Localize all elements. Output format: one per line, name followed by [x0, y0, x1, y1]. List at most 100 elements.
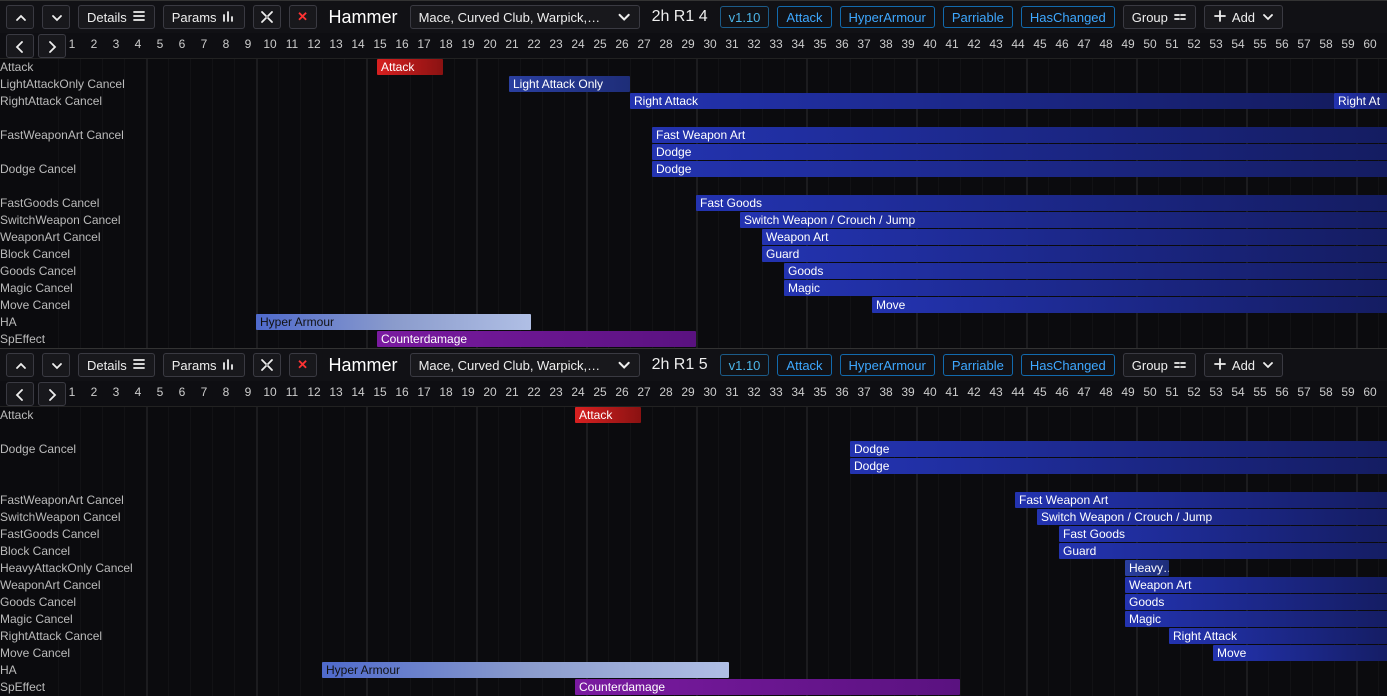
timeline-bar[interactable]: Dodge: [652, 161, 1387, 177]
ruler-tick: 31: [725, 385, 738, 399]
timeline-bar[interactable]: Dodge: [850, 458, 1387, 474]
ruler-tick: 47: [1077, 385, 1090, 399]
timeline-bar[interactable]: Goods: [784, 263, 1387, 279]
timeline-bar[interactable]: Counterdamage: [575, 679, 960, 695]
details-button[interactable]: Details: [78, 353, 155, 377]
frame-data-panel: Details Params ✕ Hammer Mace, Curved Clu…: [0, 0, 1387, 348]
weapons-dropdown[interactable]: Mace, Curved Club, Warpick, M…: [410, 5, 640, 29]
timeline-row: SpEffect Counterdamage: [0, 679, 1387, 696]
move-up-button[interactable]: [6, 5, 34, 29]
timeline-bar[interactable]: Move: [872, 297, 1387, 313]
params-button[interactable]: Params: [163, 5, 245, 29]
row-label: Block Cancel: [0, 246, 70, 263]
version-tag[interactable]: v1.10: [720, 6, 770, 28]
group-button[interactable]: Group: [1123, 353, 1196, 377]
details-button[interactable]: Details: [78, 5, 155, 29]
add-button[interactable]: Add: [1204, 353, 1283, 377]
timeline-row: SwitchWeapon Cancel Switch Weapon / Crou…: [0, 212, 1387, 229]
scroll-right-button[interactable]: [38, 382, 66, 406]
timeline-bar[interactable]: Goods: [1125, 594, 1387, 610]
timeline-bar[interactable]: Right Attack: [630, 93, 1334, 109]
timeline-bar[interactable]: Right Attack: [1169, 628, 1387, 644]
timeline-bar[interactable]: Heavy…: [1125, 560, 1169, 576]
ruler-tick: 9: [245, 37, 252, 51]
ruler-tick: 41: [945, 385, 958, 399]
ruler-tick: 55: [1253, 385, 1266, 399]
timeline-bar[interactable]: Weapon Art: [1125, 577, 1387, 593]
timeline-row: WeaponArt Cancel Weapon Art: [0, 577, 1387, 594]
group-button[interactable]: Group: [1123, 5, 1196, 29]
weapons-dropdown[interactable]: Mace, Curved Club, Warpick, Va…: [410, 353, 640, 377]
ruler-tick: 1: [69, 385, 76, 399]
scroll-left-button[interactable]: [6, 382, 34, 406]
ruler-tick: 44: [1011, 37, 1024, 51]
move-down-button[interactable]: [42, 5, 70, 29]
timeline[interactable]: Attack Attack LightAttackOnly Cancel Lig…: [0, 59, 1387, 348]
add-button[interactable]: Add: [1204, 5, 1283, 29]
row-label: HA: [0, 662, 17, 679]
tag-attack[interactable]: Attack: [777, 354, 831, 376]
scroll-left-button[interactable]: [6, 34, 34, 58]
timeline[interactable]: Attack Attack Dodge Cancel DodgeDodge Fa…: [0, 407, 1387, 696]
timeline-bar[interactable]: Fast Goods: [696, 195, 1387, 211]
move-up-button[interactable]: [6, 353, 34, 377]
timeline-bar[interactable]: Switch Weapon / Crouch / Jump: [740, 212, 1387, 228]
tag-parriable[interactable]: Parriable: [943, 354, 1013, 376]
timeline-bar[interactable]: Light Attack Only: [509, 76, 630, 92]
tag-hyperarmour[interactable]: HyperArmour: [840, 354, 935, 376]
tag-haschanged[interactable]: HasChanged: [1021, 354, 1115, 376]
timeline-bar[interactable]: Magic: [1125, 611, 1387, 627]
ruler-tick: 51: [1165, 37, 1178, 51]
timeline-bar[interactable]: Fast Goods: [1059, 526, 1387, 542]
row-label: FastGoods Cancel: [0, 195, 99, 212]
timeline-bar[interactable]: Magic: [784, 280, 1387, 296]
ruler-tick: 58: [1319, 385, 1332, 399]
row-label: SwitchWeapon Cancel: [0, 509, 121, 526]
scroll-right-button[interactable]: [38, 34, 66, 58]
timeline-bar[interactable]: Attack: [377, 59, 443, 75]
ruler-tick: 21: [505, 37, 518, 51]
ruler-tick: 18: [439, 37, 452, 51]
ruler-tick: 19: [461, 385, 474, 399]
tag-hyperarmour[interactable]: HyperArmour: [840, 6, 935, 28]
close-button[interactable]: ✕: [289, 5, 317, 29]
row-label: RightAttack Cancel: [0, 628, 102, 645]
ruler-tick: 45: [1033, 385, 1046, 399]
ruler-tick: 28: [659, 385, 672, 399]
chevron-down-icon: [1260, 357, 1274, 374]
timeline-bar[interactable]: Right At: [1334, 93, 1387, 109]
ruler-tick: 22: [527, 37, 540, 51]
timeline-bar[interactable]: Fast Weapon Art: [652, 127, 1387, 143]
timeline-bar[interactable]: Attack: [575, 407, 641, 423]
timeline-bar[interactable]: Hyper Armour: [322, 662, 729, 678]
collapse-button[interactable]: [253, 353, 281, 377]
timeline-row: WeaponArt Cancel Weapon Art: [0, 229, 1387, 246]
timeline-bar[interactable]: Dodge: [652, 144, 1387, 160]
ruler-tick: 9: [245, 385, 252, 399]
tag-parriable[interactable]: Parriable: [943, 6, 1013, 28]
timeline-bar[interactable]: Guard: [762, 246, 1387, 262]
timeline-bar[interactable]: Guard: [1059, 543, 1387, 559]
timeline-bar[interactable]: Move: [1213, 645, 1387, 661]
ruler-tick: 31: [725, 37, 738, 51]
timeline-bar[interactable]: Dodge: [850, 441, 1387, 457]
timeline-row: [0, 475, 1387, 492]
ruler-tick: 55: [1253, 37, 1266, 51]
params-button[interactable]: Params: [163, 353, 245, 377]
timeline-bar[interactable]: Fast Weapon Art: [1015, 492, 1387, 508]
timeline-bar[interactable]: Switch Weapon / Crouch / Jump: [1037, 509, 1387, 525]
ruler-tick: 53: [1209, 37, 1222, 51]
timeline-bar[interactable]: Counterdamage: [377, 331, 696, 347]
ruler-tick: 11: [286, 385, 298, 399]
move-down-button[interactable]: [42, 353, 70, 377]
timeline-bar[interactable]: Weapon Art: [762, 229, 1387, 245]
collapse-button[interactable]: [253, 5, 281, 29]
row-label: WeaponArt Cancel: [0, 229, 101, 246]
row-label: Dodge Cancel: [0, 441, 76, 458]
tag-attack[interactable]: Attack: [777, 6, 831, 28]
version-tag[interactable]: v1.10: [720, 354, 770, 376]
timeline-bar[interactable]: Hyper Armour: [256, 314, 531, 330]
close-button[interactable]: ✕: [289, 353, 317, 377]
tag-haschanged[interactable]: HasChanged: [1021, 6, 1115, 28]
details-label: Details: [87, 10, 127, 25]
